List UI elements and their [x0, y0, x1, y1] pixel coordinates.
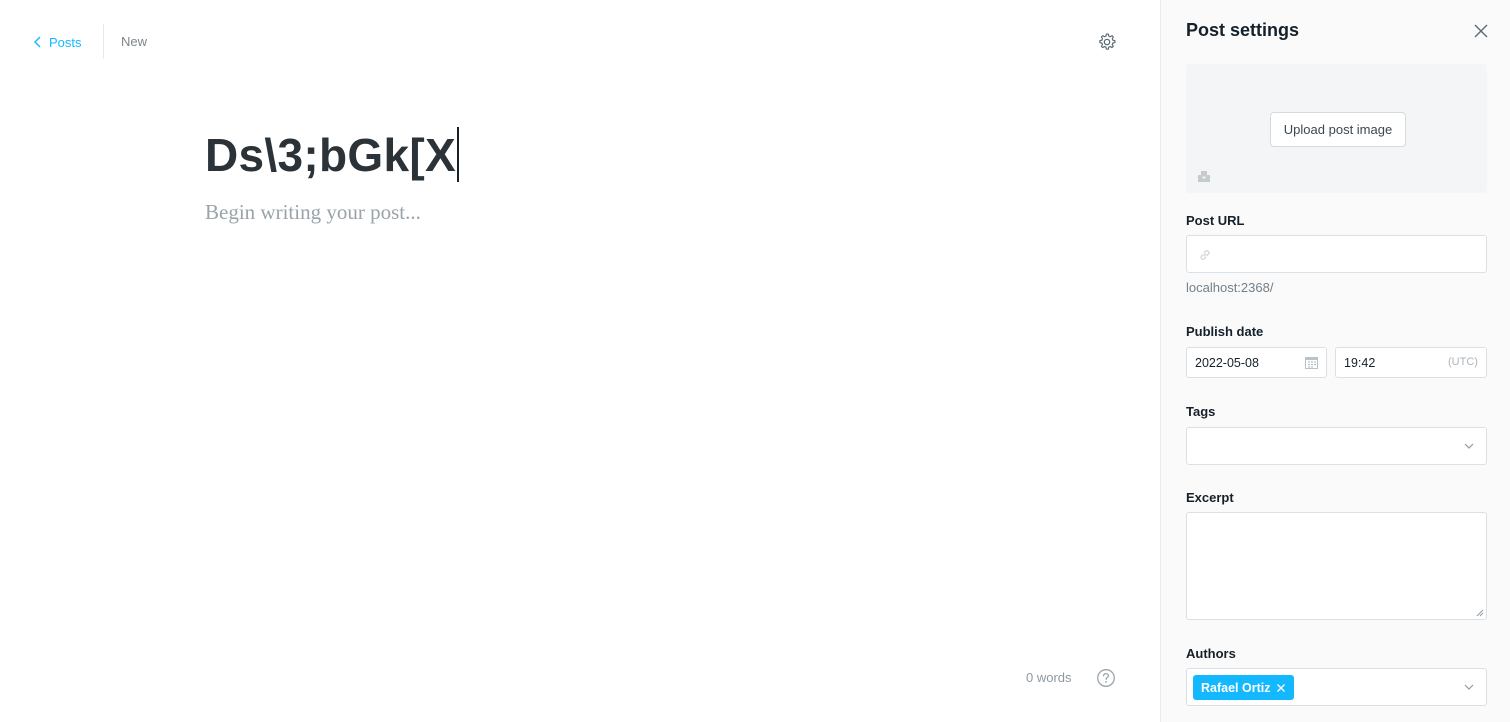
post-url-preview: localhost:2368/	[1186, 280, 1274, 295]
post-settings-panel: Post settings Upload post image Post URL…	[1160, 0, 1510, 722]
header-divider	[103, 24, 104, 59]
gear-icon	[1099, 33, 1116, 50]
tags-select[interactable]	[1186, 427, 1487, 465]
image-icon	[1198, 171, 1210, 182]
publish-time-field: (UTC)	[1335, 347, 1487, 378]
post-url-field	[1186, 235, 1487, 273]
back-to-posts-link[interactable]: Posts	[33, 32, 82, 52]
excerpt-field	[1186, 512, 1487, 620]
excerpt-label: Excerpt	[1186, 490, 1234, 505]
author-token: Rafael Ortiz	[1193, 675, 1295, 700]
author-token-label: Rafael Ortiz	[1201, 680, 1271, 695]
back-link-label: Posts	[49, 34, 82, 50]
excerpt-textarea[interactable]	[1187, 513, 1486, 619]
publish-time-input[interactable]	[1344, 348, 1434, 377]
publish-date-input[interactable]	[1195, 348, 1305, 377]
chevron-left-icon	[34, 36, 41, 48]
timezone-label: (UTC)	[1448, 356, 1478, 368]
close-icon	[1474, 24, 1488, 38]
post-url-label: Post URL	[1186, 213, 1245, 228]
close-settings-button[interactable]	[1472, 22, 1490, 40]
post-body-editor[interactable]: Begin writing your post...	[205, 200, 421, 225]
x-icon[interactable]	[1276, 683, 1286, 693]
calendar-icon[interactable]	[1305, 356, 1318, 369]
authors-select[interactable]: Rafael Ortiz	[1186, 668, 1487, 706]
question-circle-icon	[1097, 669, 1115, 687]
chevron-down-icon	[1464, 684, 1474, 690]
text-cursor	[456, 127, 459, 182]
resize-grip-icon[interactable]	[1476, 609, 1484, 617]
link-icon	[1200, 250, 1210, 260]
feature-image-uploader: Upload post image	[1186, 64, 1487, 193]
chevron-down-icon	[1464, 443, 1474, 449]
post-title-text: Ds\3;bGk[X	[205, 129, 456, 181]
post-status: New	[121, 34, 148, 49]
panel-title: Post settings	[1186, 20, 1300, 40]
editor-topbar: Posts New	[0, 0, 1160, 84]
tags-label: Tags	[1186, 404, 1216, 419]
post-url-input[interactable]	[1219, 236, 1479, 272]
publish-date-label: Publish date	[1186, 324, 1264, 339]
upload-image-button[interactable]: Upload post image	[1270, 112, 1406, 147]
settings-menu-toggle[interactable]	[1096, 31, 1118, 53]
publish-date-field	[1186, 347, 1327, 378]
editor-area: Posts New Ds\3;bGk[X Begin writing your …	[0, 0, 1160, 722]
authors-label: Authors	[1186, 646, 1236, 661]
help-button[interactable]	[1096, 668, 1116, 688]
word-count: 0 words	[1026, 670, 1072, 685]
post-title-input[interactable]: Ds\3;bGk[X	[205, 125, 459, 185]
